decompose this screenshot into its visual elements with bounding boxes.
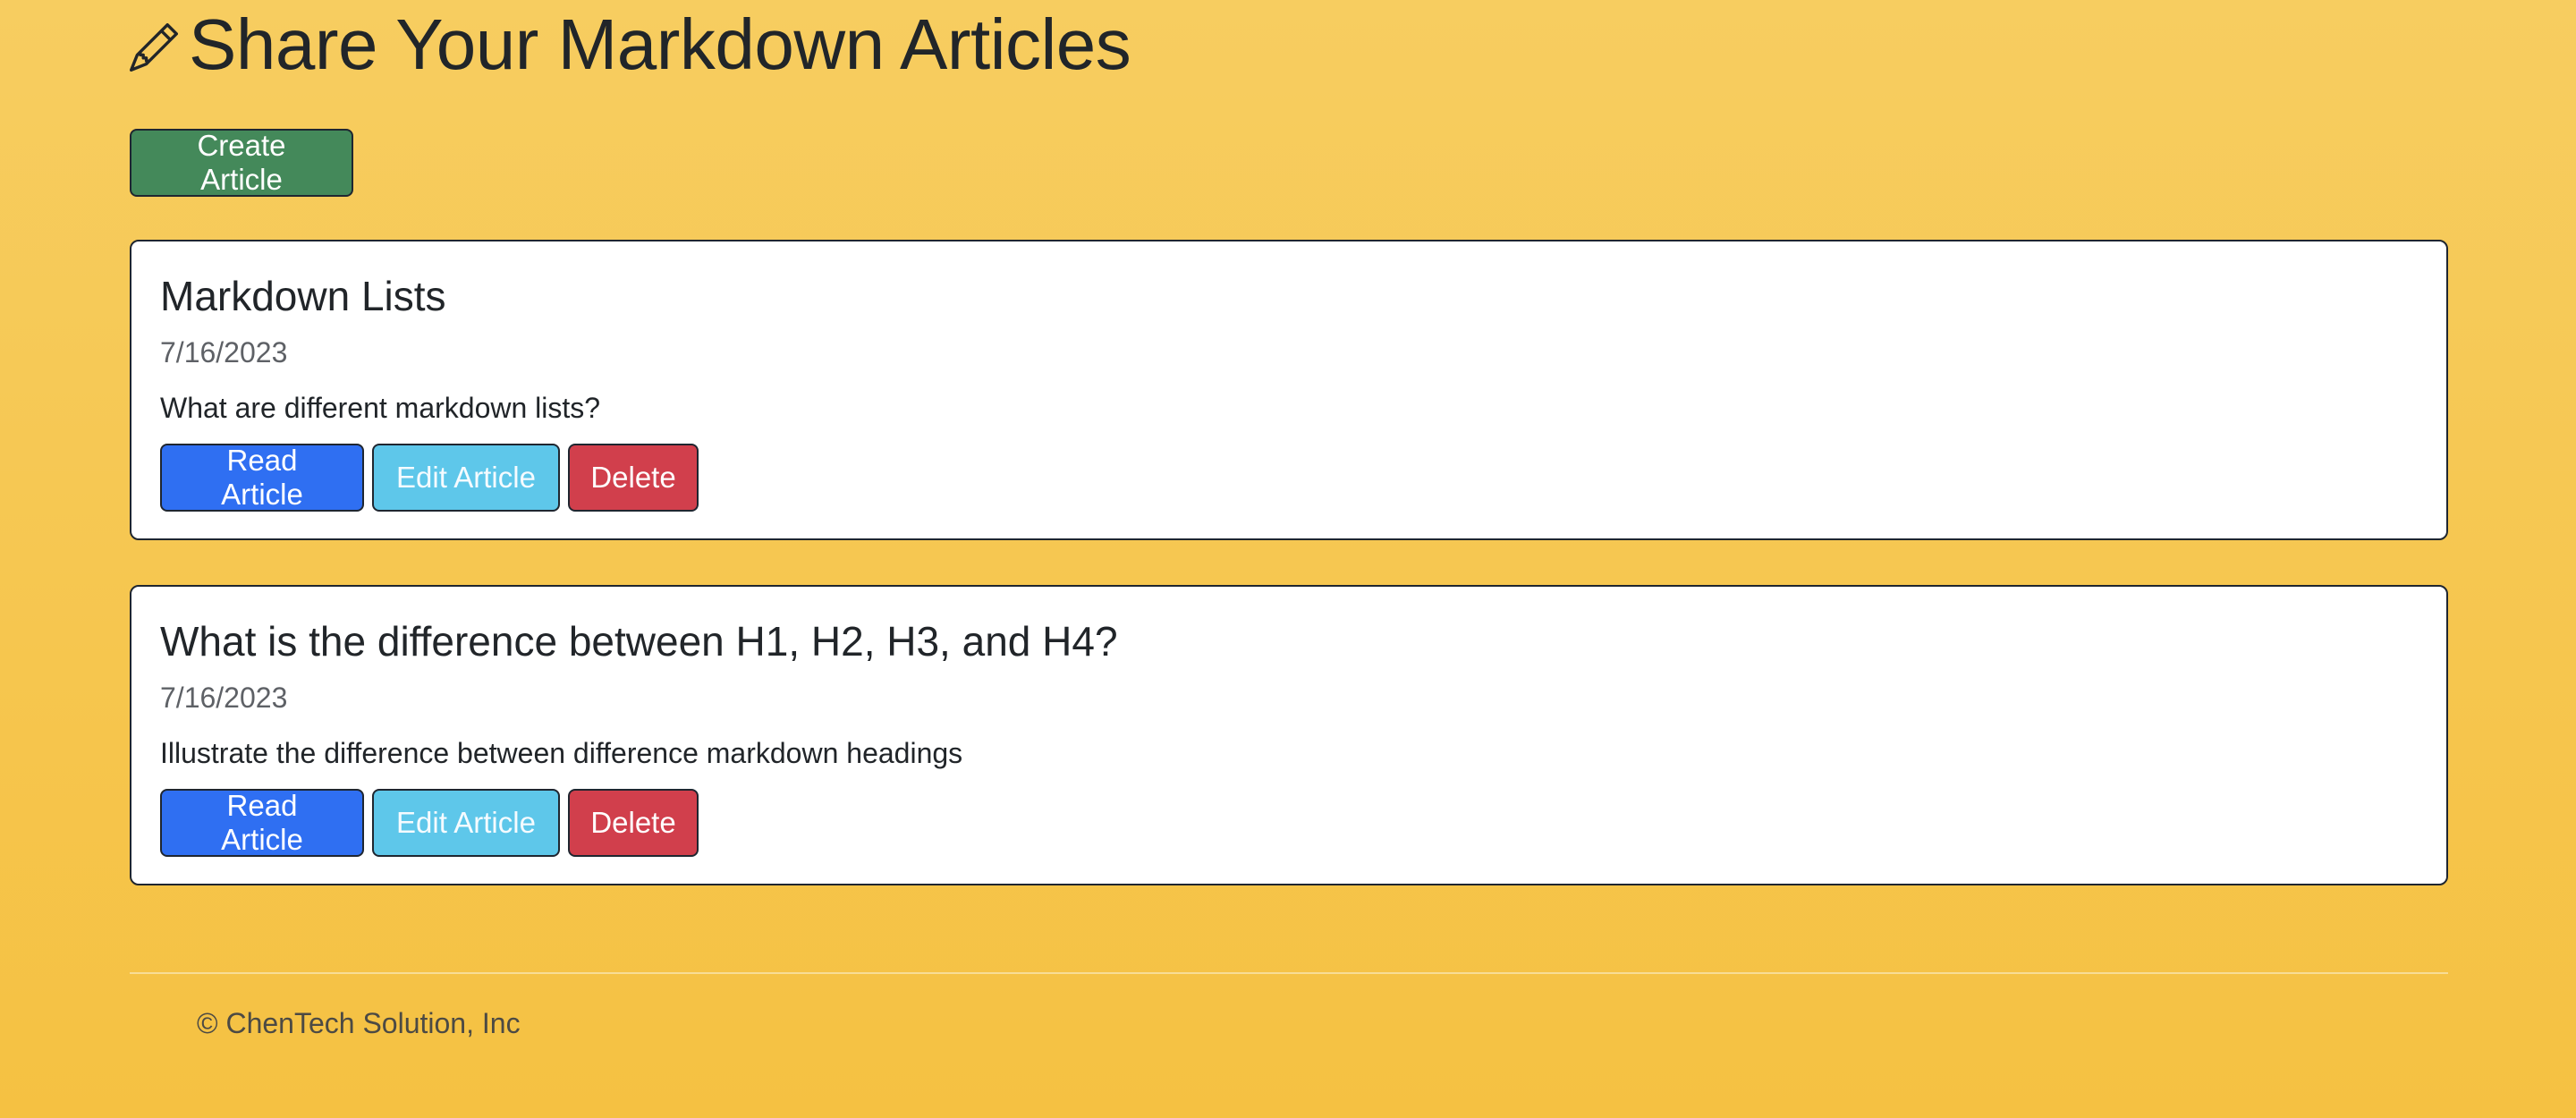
article-description: What are different markdown lists? [160,392,601,424]
page-header: Share Your Markdown Articles [130,0,2446,89]
delete-article-button[interactable]: Delete [568,789,699,857]
read-article-button[interactable]: Read Article [160,789,364,857]
create-article-button[interactable]: Create Article [130,129,353,197]
edit-article-button[interactable]: Edit Article [372,789,560,857]
page-title: Share Your Markdown Articles [189,4,1131,84]
article-card: What is the difference between H1, H2, H… [130,585,2448,885]
article-title: What is the difference between H1, H2, H… [160,618,1118,665]
article-description: Illustrate the difference between differ… [160,737,963,769]
footer-divider [130,972,2448,974]
article-actions: Read Article Edit Article Delete [160,789,699,857]
delete-article-button[interactable]: Delete [568,444,699,512]
article-actions: Read Article Edit Article Delete [160,444,699,512]
article-card: Markdown Lists 7/16/2023 What are differ… [130,240,2448,540]
article-title: Markdown Lists [160,273,446,319]
footer-copyright: © ChenTech Solution, Inc [197,1007,521,1039]
article-date: 7/16/2023 [160,682,288,714]
pencil-icon [130,14,189,76]
edit-article-button[interactable]: Edit Article [372,444,560,512]
read-article-button[interactable]: Read Article [160,444,364,512]
article-date: 7/16/2023 [160,336,288,368]
main-container: Share Your Markdown Articles Create Arti… [130,0,2448,1039]
